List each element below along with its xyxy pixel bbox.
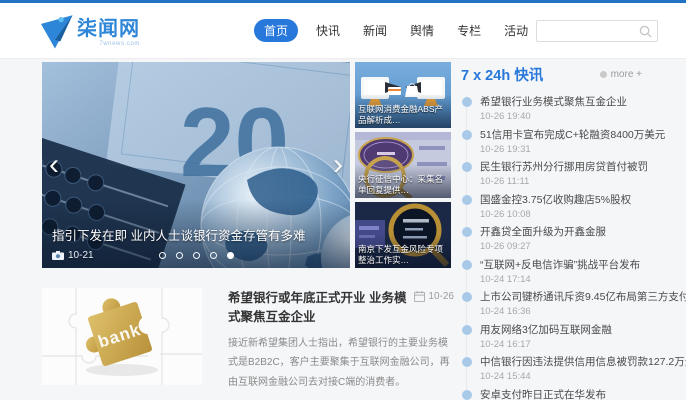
carousel-dot-3[interactable] [210,252,217,259]
flash-item-title[interactable]: “互联网+反电信诈骗”挑战平台发布 [480,259,686,272]
nav-item-5[interactable]: 活动 [499,19,533,42]
carousel-dot-2[interactable] [193,252,200,259]
logo-subtitle: 7wnews.com [77,41,140,47]
flash-item-time: 10-24 15:44 [480,371,686,382]
article-body: 希望银行或年底正式开业 业务模式聚焦互金企业 10-26 接近新希望集团人士指出… [228,288,454,392]
logo-text: 柒闻网 7wnews.com [77,19,140,47]
more-link[interactable]: more + [600,69,642,80]
flash-item-time: 10-26 11:11 [480,176,686,187]
sidebar-header: 7 x 24h 快讯 more + [461,64,686,85]
flash-item: 希望银行业务模式聚焦互金企业 10-26 19:40 [466,96,686,129]
flash-item: 安卓支付昨日正式在华发布10-21 16:09 [466,389,686,400]
flash-item-title[interactable]: 开鑫贷全面升级为开鑫金服 [480,226,686,239]
flash-item: “互联网+反电信诈骗”挑战平台发布 10-24 17:14 [466,259,686,292]
flash-item-time: 10-26 09:27 [480,241,686,252]
flash-item-title[interactable]: 51信用卡宣布完成C+轮融资8400万美元 [480,129,686,142]
nav-item-3[interactable]: 舆情 [405,19,439,42]
article-date: 10-26 [414,291,454,302]
flash-item: 51信用卡宣布完成C+轮融资8400万美元 10-26 19:31 [466,129,686,162]
featured-article: bank 希望银行或年底正式开业 业务模式聚焦互金企业 10-26 接近新希望集… [42,288,454,392]
flash-item-title[interactable]: 用友网络3亿加码互联网金融 [480,324,686,337]
flash-item-title[interactable]: 安卓支付昨日正式在华发布 [480,389,686,400]
logo[interactable]: 柒闻网 7wnews.com [34,11,140,51]
nav-item-4[interactable]: 专栏 [452,19,486,42]
carousel-prev-button[interactable]: ‹ [49,150,59,180]
header: 柒闻网 7wnews.com 首页快讯新闻舆情专栏活动猎聘我们 [0,3,686,59]
more-dot-icon [600,71,607,78]
more-label: more + [611,69,642,80]
flash-item-time: 10-26 19:40 [480,111,686,122]
article-title[interactable]: 希望银行或年底正式开业 业务模式聚焦互金企业 [228,289,416,327]
flash-item-title[interactable]: 民生银行苏州分行挪用房贷首付被罚 [480,161,686,174]
thumb-story-abs[interactable]: 互联网消费金融ABS产品解析成… [355,62,451,128]
flash-item-title[interactable]: 上市公司键桥通讯斥资9.45亿布局第三方支付 [480,291,686,304]
search-icon[interactable] [639,25,652,38]
logo-title: 柒闻网 [77,19,140,39]
article-image-bank-puzzle: bank [42,288,202,385]
nav-item-0[interactable]: 首页 [254,19,298,42]
search-box [536,20,658,42]
article-thumbnail[interactable]: bank [42,288,202,385]
flash-item: 上市公司键桥通讯斥资9.45亿布局第三方支付 10-24 16:36 [466,291,686,324]
carousel-dot-4[interactable] [227,252,234,259]
thumbnail-column: 互联网消费金融ABS产品解析成… 央行征信中心：采集名单回复提供… [355,62,451,268]
thumb-caption: 央行征信中心：采集名单回复提供… [355,164,451,198]
carousel-dot-0[interactable] [159,252,166,259]
calendar-icon [414,291,425,302]
carousel-next-button[interactable]: › [333,150,343,180]
flash-item-time: 10-24 16:36 [480,306,686,317]
sidebar-title: 7 x 24h 快讯 [461,64,543,85]
nav-item-1[interactable]: 快讯 [311,19,345,42]
flash-item-title[interactable]: 中信银行因违法提供信用信息被罚款127.2万元 [480,356,686,369]
thumb-story-credit-center[interactable]: 央行征信中心：采集名单回复提供… [355,132,451,198]
thumb-caption: 互联网消费金融ABS产品解析成… [355,94,451,128]
flash-item-time: 10-24 16:17 [480,339,686,350]
flash-sidebar: 7 x 24h 快讯 more + 希望银行业务模式聚焦互金企业 10-26 19… [461,64,686,400]
thumb-caption: 南京下发互金风险专项整治工作实… [355,234,451,268]
flash-item-time: 10-24 17:14 [480,274,686,285]
carousel-caption[interactable]: 指引下发在即 业内人士谈银行资金存管有多难 [52,225,342,244]
flash-item-time: 10-26 19:31 [480,144,686,155]
article-summary: 接近新希望集团人士指出，希望银行的主要业务模式是B2B2C，客户主要聚集于互联网… [228,334,454,393]
page: 柒闻网 7wnews.com 首页快讯新闻舆情专栏活动猎聘我们 [0,0,686,400]
flash-item-title[interactable]: 国盛金控3.75亿收购趣店5%股权 [480,194,686,207]
flash-item: 民生银行苏州分行挪用房贷首付被罚 10-26 11:11 [466,161,686,194]
flash-item: 开鑫贷全面升级为开鑫金服 10-26 09:27 [466,226,686,259]
thumb-story-nanjing[interactable]: 南京下发互金风险专项整治工作实… [355,202,451,268]
flash-item-title[interactable]: 希望银行业务模式聚焦互金企业 [480,96,686,109]
flash-item: 用友网络3亿加码互联网金融 10-24 16:17 [466,324,686,357]
search-input[interactable] [537,25,639,37]
hero-carousel[interactable]: 20 [42,62,350,268]
flash-item: 中信银行因违法提供信用信息被罚款127.2万元 10-24 15:44 [466,356,686,389]
carousel-dots [42,252,350,259]
carousel-dot-1[interactable] [176,252,183,259]
flash-list: 希望银行业务模式聚焦互金企业 10-26 19:40 51信用卡宣布完成C+轮融资8… [461,96,686,400]
flash-item: 国盛金控3.75亿收购趣店5%股权 10-26 10:08 [466,194,686,227]
nav-item-2[interactable]: 新闻 [358,19,392,42]
paper-plane-icon [34,11,76,51]
article-date-text: 10-26 [428,291,454,302]
flash-item-time: 10-26 10:08 [480,209,686,220]
